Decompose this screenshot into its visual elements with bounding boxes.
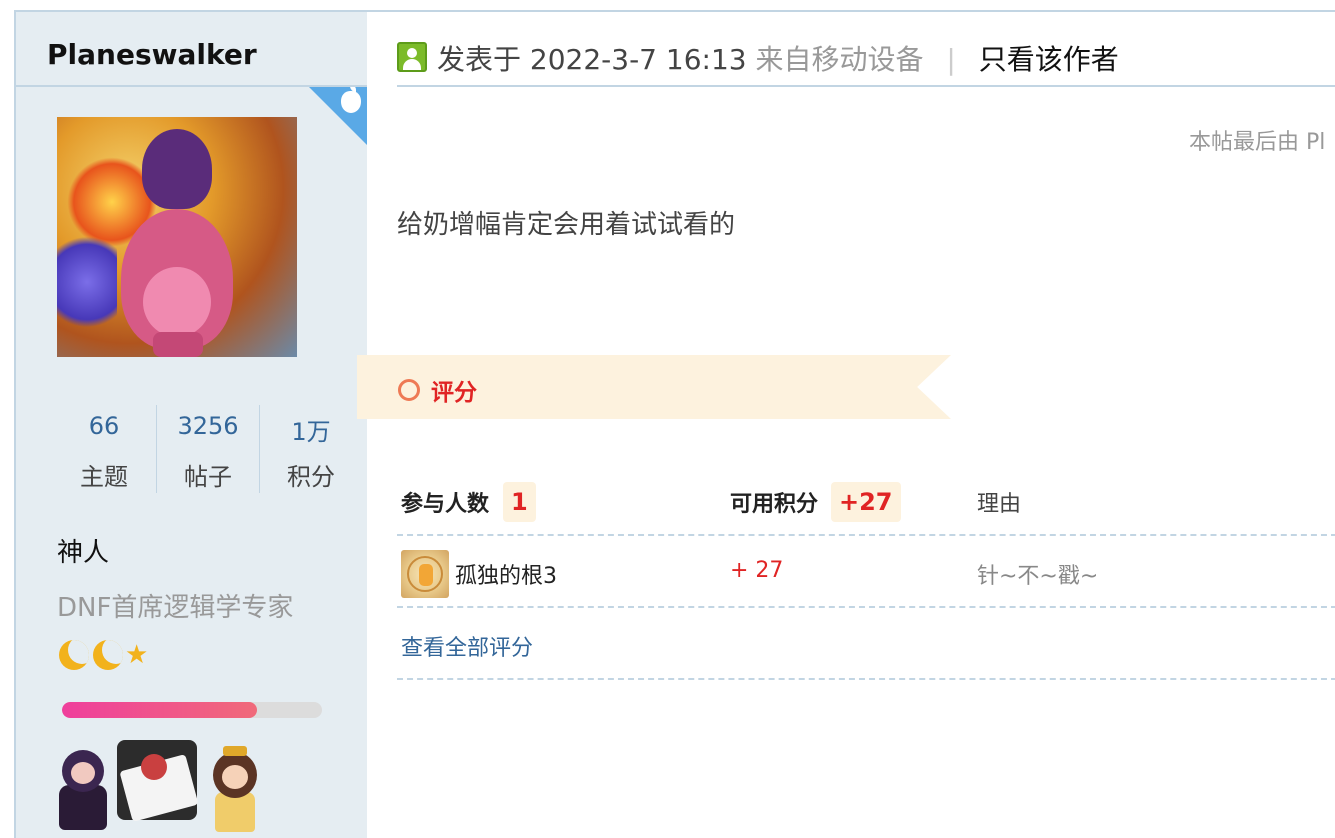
moon-icon xyxy=(93,640,123,670)
apple-device-badge xyxy=(309,87,367,145)
stat-topics-label: 主题 xyxy=(80,463,128,491)
star-icon: ★ xyxy=(125,640,149,670)
post-header: 发表于 2022-3-7 16:13 来自移动设备 | 只看该作者 xyxy=(397,12,1335,87)
author-sidebar: Planeswalker 66 主题 3256 帖子 1万 积分 神人 DNF首… xyxy=(16,12,367,838)
author-stats: 66 主题 3256 帖子 1万 积分 xyxy=(52,405,335,495)
medal-princess-character[interactable] xyxy=(207,740,263,832)
post-main: 发表于 2022-3-7 16:13 来自移动设备 | 只看该作者 本帖最后由 … xyxy=(357,12,1335,838)
post-device: 来自移动设备 xyxy=(755,43,924,76)
stat-posts-label: 帖子 xyxy=(184,463,232,491)
rating-table-header: 参与人数 1 可用积分 +27 理由 xyxy=(397,472,1335,536)
stat-credits-label: 积分 xyxy=(287,463,335,491)
table-row: 孤独的根3 + 27 针~不~戳~ xyxy=(397,538,1335,608)
medal-hooded-character[interactable] xyxy=(57,740,107,830)
participants-label: 参与人数 xyxy=(401,492,490,517)
moon-icon xyxy=(59,640,89,670)
rater-avatar[interactable] xyxy=(401,550,449,598)
author-username[interactable]: Planeswalker xyxy=(47,38,257,71)
stat-posts-value[interactable]: 3256 xyxy=(156,412,260,440)
author-custom-title: DNF首席逻辑学专家 xyxy=(57,593,294,623)
stat-topics[interactable]: 66 主题 xyxy=(52,405,156,495)
medal-scroll[interactable] xyxy=(117,740,199,822)
reason-label: 理由 xyxy=(977,492,1022,517)
score-label: 可用积分 xyxy=(730,492,819,517)
post-meta: 发表于 2022-3-7 16:13 来自移动设备 | 只看该作者 xyxy=(437,38,1119,78)
rater-score: + 27 xyxy=(730,558,784,583)
author-avatar[interactable] xyxy=(57,117,297,357)
apple-icon xyxy=(341,87,361,113)
user-online-icon xyxy=(397,42,427,72)
stat-topics-value[interactable]: 66 xyxy=(52,412,156,440)
post-timestamp: 发表于 2022-3-7 16:13 xyxy=(437,43,747,76)
level-progress-fill xyxy=(62,702,257,718)
level-progress-bar xyxy=(62,702,322,718)
view-all-ratings-link[interactable]: 查看全部评分 xyxy=(401,630,533,662)
author-header: Planeswalker xyxy=(16,12,367,87)
edited-note: 本帖最后由 Pl xyxy=(1189,130,1326,155)
score-total: +27 xyxy=(831,482,901,522)
rating-table-footer: 查看全部评分 xyxy=(397,610,1335,680)
author-rank-title: 神人 xyxy=(57,538,110,568)
rater-reason: 针~不~戳~ xyxy=(977,564,1099,589)
participants-count: 1 xyxy=(503,482,536,522)
post-content: 给奶增幅肯定会用着试试看的 xyxy=(397,210,736,240)
only-author-link[interactable]: 只看该作者 xyxy=(979,43,1119,76)
stat-credits-value[interactable]: 1万 xyxy=(259,412,363,447)
rating-banner: 评分 xyxy=(357,355,951,419)
stat-credits[interactable]: 1万 积分 xyxy=(259,405,363,495)
rating-title: 评分 xyxy=(431,380,477,406)
rater-username[interactable]: 孤独的根3 xyxy=(455,558,557,590)
stat-posts[interactable]: 3256 帖子 xyxy=(156,405,260,495)
meta-separator: | xyxy=(946,43,956,76)
rating-circle-icon xyxy=(398,379,420,401)
